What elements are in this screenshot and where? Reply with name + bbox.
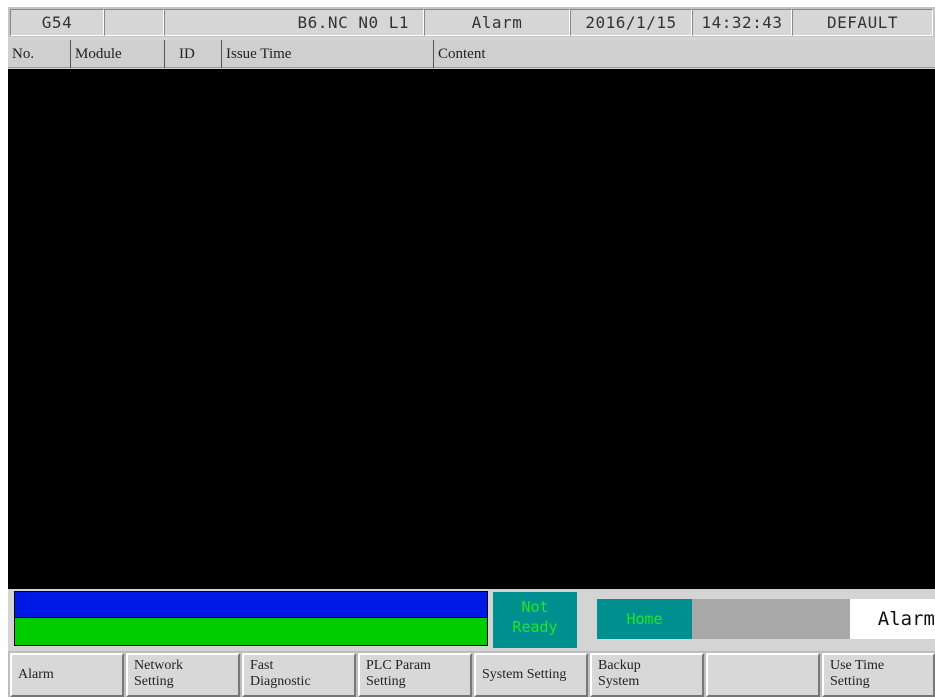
- softkey-backup-system[interactable]: Backup System: [590, 653, 704, 697]
- softkey-system-setting[interactable]: System Setting: [474, 653, 588, 697]
- column-module: Module: [71, 40, 165, 68]
- column-no: No.: [8, 40, 71, 68]
- current-page-label: Alarm: [850, 599, 935, 639]
- softkey-label: Setting: [830, 674, 870, 689]
- softkey-alarm[interactable]: Alarm: [10, 653, 124, 697]
- machine-state-line1: Not: [521, 598, 549, 616]
- top-status-bar: G54 B6.NC N0 L1 Alarm 2016/1/15 14:32:43…: [8, 7, 935, 37]
- status-blank-cell: [104, 9, 164, 36]
- upper-status-bar: [14, 591, 488, 618]
- softkey-label: System: [598, 674, 640, 689]
- profile-name: DEFAULT: [792, 9, 933, 36]
- operation-mode: Alarm: [424, 9, 570, 36]
- status-blank-box: [692, 599, 850, 639]
- softkey-plc-param-setting[interactable]: PLC Param Setting: [358, 653, 472, 697]
- status-strip: Not Ready Home Alarm: [8, 589, 935, 651]
- softkey-use-time-setting[interactable]: Use Time Setting: [822, 653, 935, 697]
- softkey-label: System Setting: [482, 667, 567, 682]
- lower-status-bar: [14, 618, 488, 646]
- alarm-table-header: No. Module ID Issue Time Content: [8, 40, 935, 68]
- softkey-label: Fast: [250, 658, 274, 673]
- softkey-bar: Alarm Network Setting Fast Diagnostic PL…: [8, 651, 935, 697]
- coordinate-system: G54: [10, 9, 104, 36]
- softkey-label: Diagnostic: [250, 674, 311, 689]
- softkey-label: Backup: [598, 658, 641, 673]
- softkey-network-setting[interactable]: Network Setting: [126, 653, 240, 697]
- softkey-label: Use Time: [830, 658, 885, 673]
- softkey-fast-diagnostic[interactable]: Fast Diagnostic: [242, 653, 356, 697]
- softkey-empty[interactable]: [706, 653, 820, 697]
- cnc-screen: G54 B6.NC N0 L1 Alarm 2016/1/15 14:32:43…: [8, 7, 935, 697]
- current-time: 14:32:43: [692, 9, 792, 36]
- column-issue-time: Issue Time: [222, 40, 434, 68]
- program-name: B6.NC N0 L1: [164, 9, 424, 36]
- softkey-label: Alarm: [18, 667, 54, 682]
- softkey-label: PLC Param: [366, 658, 431, 673]
- softkey-label: Network: [134, 658, 183, 673]
- column-content: Content: [438, 45, 486, 62]
- column-id: ID: [165, 40, 222, 68]
- alarm-list: [8, 69, 935, 589]
- softkey-label: Setting: [366, 674, 406, 689]
- softkey-label: Setting: [134, 674, 174, 689]
- machine-state-indicator: Not Ready: [493, 592, 577, 648]
- machine-state-line2: Ready: [512, 618, 558, 636]
- current-date: 2016/1/15: [570, 9, 692, 36]
- home-indicator: Home: [597, 599, 692, 639]
